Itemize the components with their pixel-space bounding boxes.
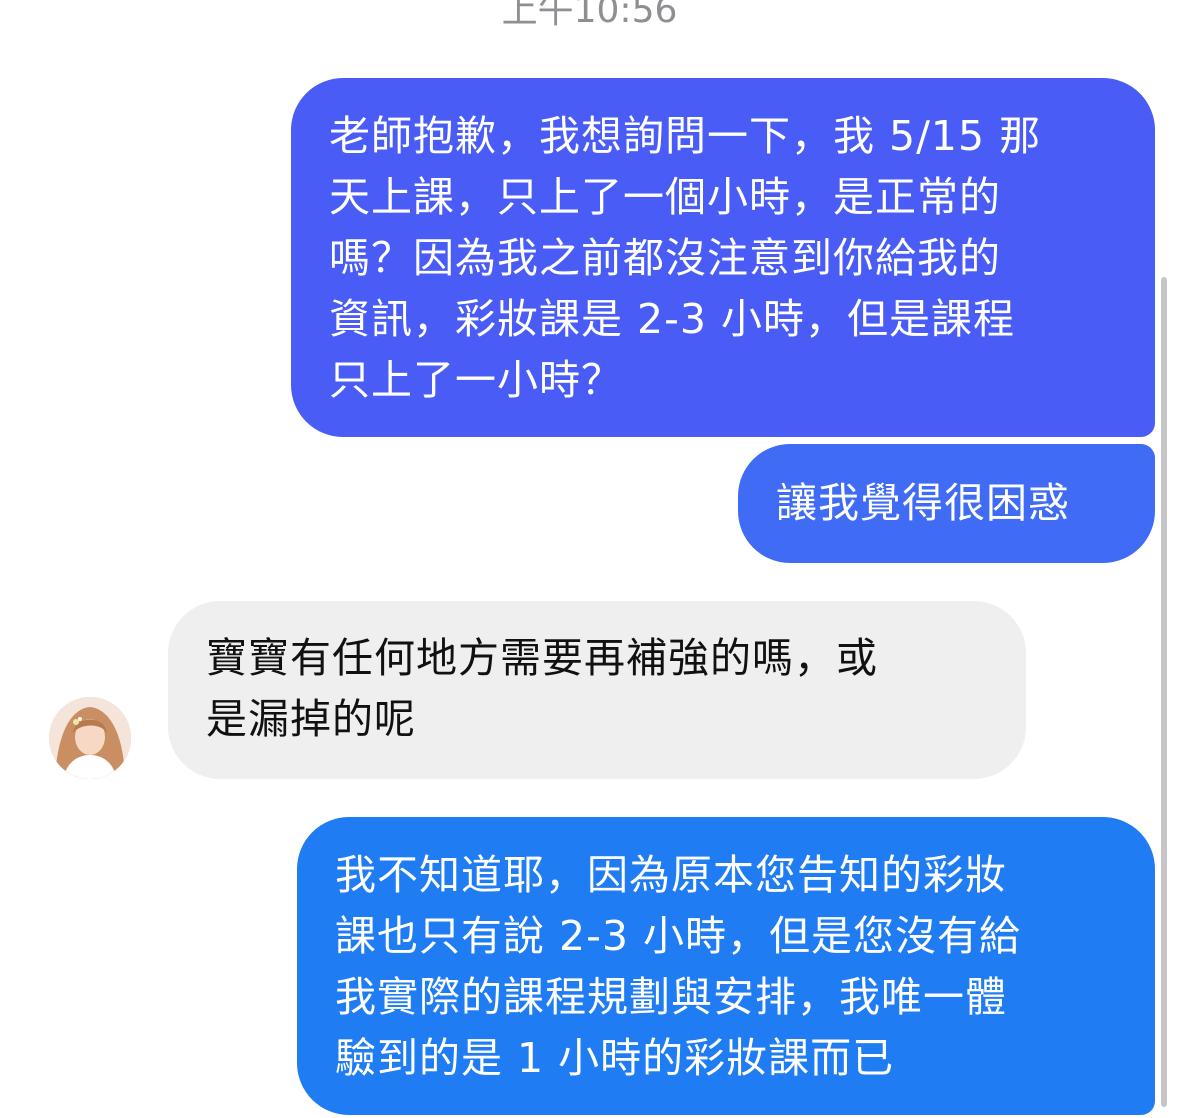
contact-avatar[interactable] [49,697,131,779]
avatar-portrait-icon [49,697,131,779]
scrollbar[interactable] [1161,277,1167,1107]
outgoing-message-bubble[interactable]: 我不知道耶，因為原本您告知的彩妝 課也只有說 2-3 小時，但是您沒有給 我實際… [297,817,1155,1115]
chat-thread[interactable]: 上午10:56 老師抱歉，我想詢問一下，我 5/15 那 天上課，只上了一個小時… [0,0,1179,1118]
message-timestamp: 上午10:56 [501,0,678,31]
outgoing-message-bubble[interactable]: 老師抱歉，我想詢問一下，我 5/15 那 天上課，只上了一個小時，是正常的 嗎？… [291,78,1155,437]
incoming-message-bubble[interactable]: 寶寶有任何地方需要再補強的嗎，或 是漏掉的呢 [168,601,1026,779]
outgoing-message-bubble[interactable]: 讓我覺得很困惑 [738,444,1155,563]
